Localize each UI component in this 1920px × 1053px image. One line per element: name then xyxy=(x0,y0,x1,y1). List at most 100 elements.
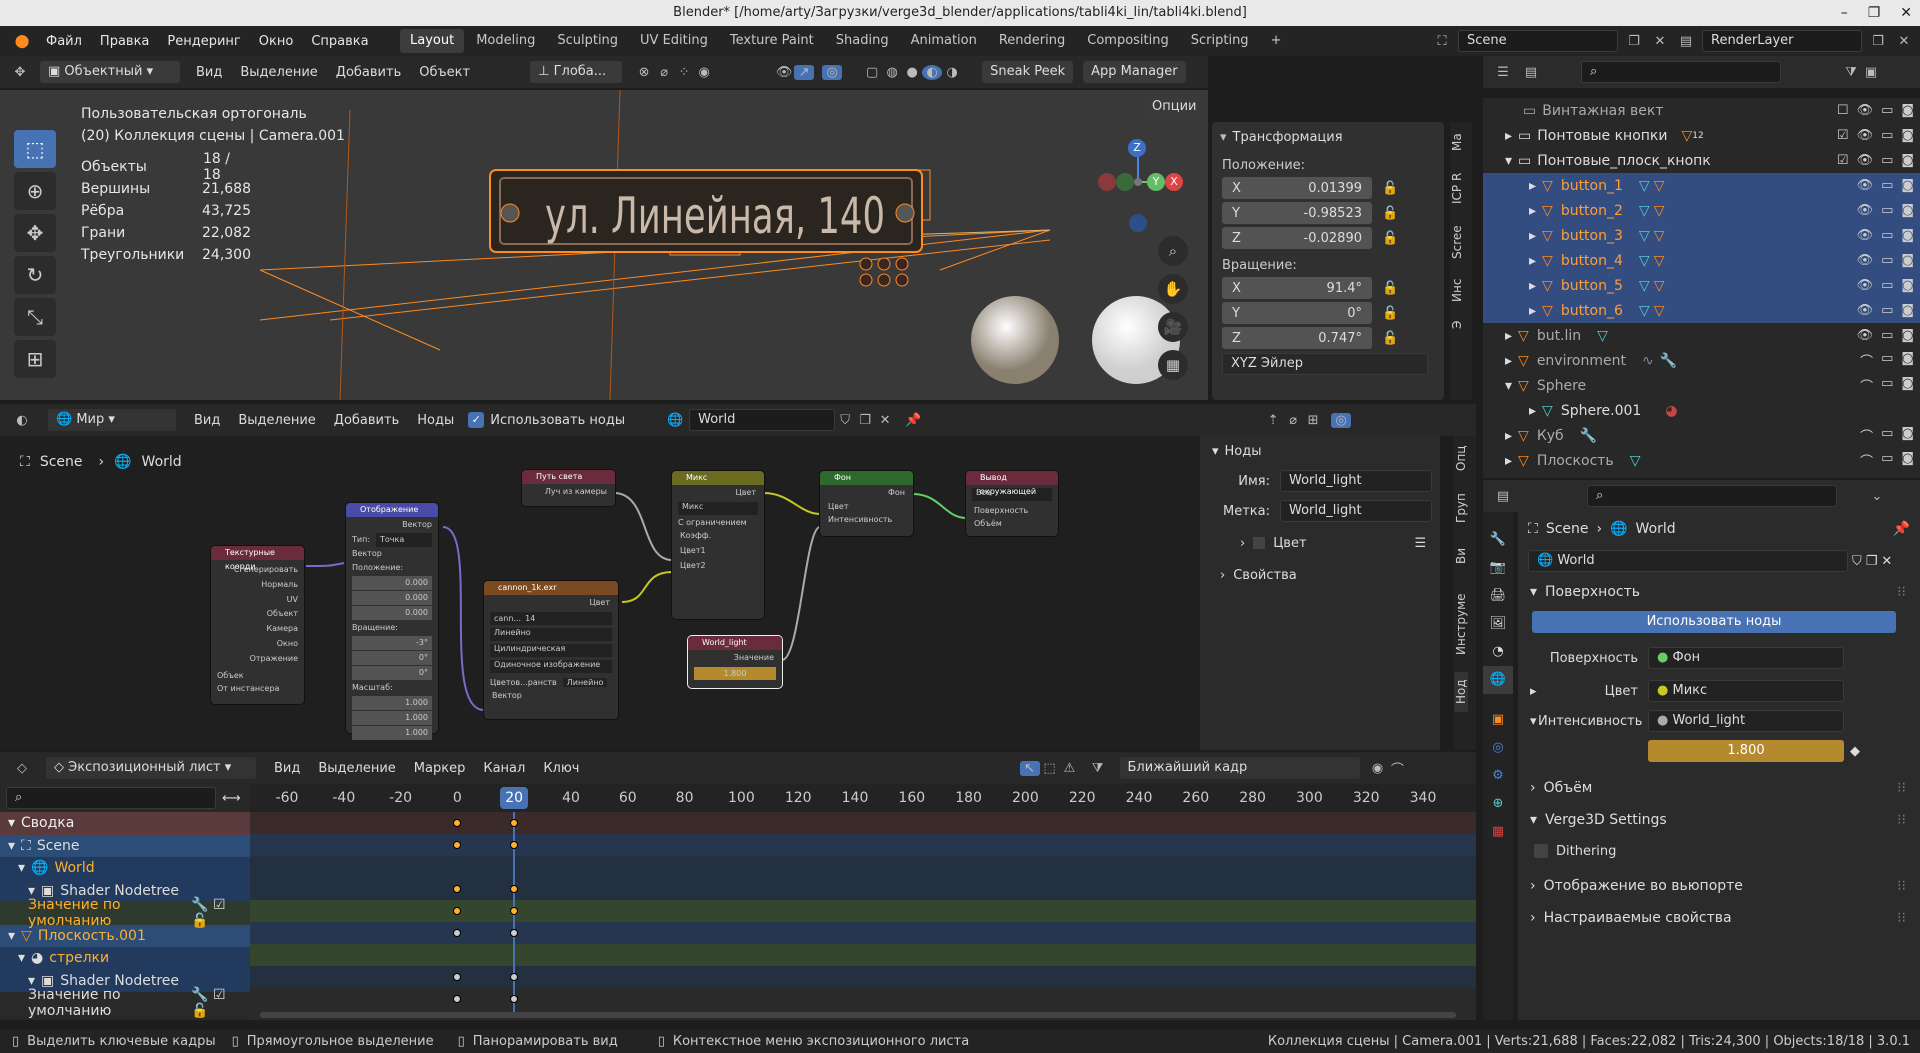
unlink-icon[interactable]: ✕ xyxy=(1881,554,1892,569)
position-y-field[interactable]: 0.000 xyxy=(352,591,432,605)
expand-icon[interactable]: ▸ xyxy=(1529,278,1536,294)
eye-icon[interactable]: 👁 xyxy=(1857,253,1874,268)
eye-closed-icon[interactable]: ⌒ xyxy=(1860,376,1873,395)
channel-material[interactable]: ▾ ◕ стрелки xyxy=(0,947,250,970)
channel-fcurve[interactable]: Значение по умолчанию 🔧 ☑ 🔓 xyxy=(0,987,250,1019)
menu-view[interactable]: Вид xyxy=(274,761,300,776)
transform-icon[interactable]: ⊞ xyxy=(14,340,56,378)
view-layer-tab-icon[interactable]: 🖼 xyxy=(1483,610,1513,638)
menu-window[interactable]: Окно xyxy=(259,34,294,49)
texture-tab-icon[interactable]: ▦ xyxy=(1483,818,1513,846)
keyframe-marker[interactable] xyxy=(510,841,519,849)
keyframe-marker[interactable] xyxy=(510,819,519,827)
eye-icon[interactable]: 👁 xyxy=(1857,178,1874,193)
eye-closed-icon[interactable]: ⌒ xyxy=(1860,351,1873,370)
eye-icon[interactable]: 👁 xyxy=(1857,103,1874,118)
material-shading-icon[interactable]: ◐ xyxy=(922,64,943,80)
drag-handle-icon[interactable]: ⁝⁝ xyxy=(1897,584,1906,600)
keyframe-marker[interactable] xyxy=(510,885,519,893)
gizmo-y-axis[interactable]: Y xyxy=(1147,173,1165,191)
scale-icon[interactable]: ⤡ xyxy=(14,298,56,336)
from-instancer-label[interactable]: От инстансера xyxy=(211,680,304,693)
lock-icon[interactable]: 🔓 xyxy=(1382,306,1398,321)
object-field-label[interactable]: Объек xyxy=(211,667,304,680)
lock-icon[interactable]: 🔓 xyxy=(1382,206,1398,221)
data-tab-icon[interactable]: ⊕ xyxy=(1483,790,1513,818)
rotation-z-field[interactable]: 0° xyxy=(352,666,432,680)
falloff-icon[interactable]: ⌒ xyxy=(1388,759,1408,778)
node-editor-canvas[interactable]: ⛶ Scene › 🌐 World Текстурные коорди Сгенер… xyxy=(0,436,1208,750)
outliner-row[interactable]: ▸ ▽ Sphere.001 ◕ xyxy=(1483,398,1920,423)
monitor-icon[interactable]: ▭ xyxy=(1881,178,1893,193)
outliner-row[interactable]: ▸ ▽ environment ∿ 🔧 ⌒ ▭ ◙ xyxy=(1483,348,1920,373)
blend-mode-dropdown[interactable]: Микс xyxy=(678,502,758,515)
drag-handle-icon[interactable]: ⁝⁝ xyxy=(1897,878,1906,894)
pin-icon[interactable]: 📌 xyxy=(1893,521,1910,537)
filter-icon[interactable]: ⧩ xyxy=(1841,65,1861,80)
only-selected-icon[interactable]: ↖ xyxy=(1019,760,1040,776)
chevron-down-icon[interactable]: ⌄ xyxy=(1867,489,1887,504)
eye-icon[interactable]: 👁 xyxy=(1857,303,1874,318)
node-world-output[interactable]: Вывод окружающей Все Поверхность Объём xyxy=(966,471,1058,536)
tab-uv-editing[interactable]: UV Editing xyxy=(630,29,718,53)
render-icon[interactable]: ◙ xyxy=(1901,351,1914,370)
copy-icon[interactable]: ❐ xyxy=(855,413,875,428)
proportional-icon[interactable]: ◉ xyxy=(694,65,714,80)
monitor-icon[interactable]: ▭ xyxy=(1881,228,1893,243)
rotate-icon[interactable]: ↻ xyxy=(14,256,56,294)
outliner-row[interactable]: ▾ ▭ Понтовые_плоск_кнопк ☑ 👁 ▭ ◙ xyxy=(1483,148,1920,173)
tab-node[interactable]: Нод xyxy=(1454,672,1468,712)
keyframe-marker[interactable] xyxy=(510,907,519,915)
position-x-field[interactable]: X 0.01399 xyxy=(1222,177,1372,199)
unlink-icon[interactable]: ✕ xyxy=(875,413,895,428)
outliner-row[interactable]: ▭ Винтажная вект ☐ 👁 ▭ ◙ xyxy=(1483,98,1920,123)
wrench-icon[interactable]: 🔧 xyxy=(191,987,208,1003)
channel-world[interactable]: ▾ 🌐 World xyxy=(0,857,250,880)
xray-icon[interactable]: ▢ xyxy=(862,65,882,80)
tab-modeling[interactable]: Modeling xyxy=(466,29,545,53)
lock-icon[interactable]: 🔓 xyxy=(1382,281,1398,296)
render-icon[interactable]: ◙ xyxy=(1901,278,1914,293)
eye-icon[interactable]: 👁 xyxy=(1857,228,1874,243)
keyframe-marker[interactable] xyxy=(453,995,462,1003)
collapse-icon[interactable]: ▾ xyxy=(1212,444,1219,459)
outliner-row[interactable]: ▸ ▽ button_4 ▽ ▽ 👁 ▭ ◙ xyxy=(1483,248,1920,273)
source-dropdown[interactable]: Одиночное изображение xyxy=(490,660,612,673)
position-z-field[interactable]: Z -0.02890 xyxy=(1222,227,1372,249)
monitor-icon[interactable]: ▭ xyxy=(1881,253,1893,268)
collapse-icon[interactable]: ▾ xyxy=(1518,714,1538,729)
render-icon[interactable]: ◙ xyxy=(1901,153,1914,168)
editor-type-icon[interactable]: ◇ xyxy=(12,761,32,776)
render-icon[interactable]: ◙ xyxy=(1901,376,1914,395)
proportional-icon[interactable]: ◉ xyxy=(1368,761,1388,776)
properties-search-input[interactable]: ⌕ xyxy=(1587,485,1837,507)
tab-view[interactable]: Ви xyxy=(1454,536,1468,576)
monitor-icon[interactable]: ▭ xyxy=(1881,128,1893,143)
editor-type-icon[interactable]: ✥ xyxy=(10,65,30,80)
checkbox-icon[interactable]: ☐ xyxy=(1837,103,1849,118)
3d-viewport[interactable]: ул. Линейная, 140 Пользовательская ортог… xyxy=(0,90,1208,400)
keyframe-marker[interactable] xyxy=(510,995,519,1003)
custom-props-panel-header[interactable]: › Настраиваемые свойства ⁝⁝ xyxy=(1518,902,1920,934)
tab-tool[interactable]: Инс xyxy=(1450,270,1464,310)
rotation-z-field[interactable]: Z 0.747° xyxy=(1222,327,1372,349)
maximize-icon[interactable]: ❐ xyxy=(1868,5,1881,21)
fake-user-icon[interactable]: ⛉ xyxy=(835,413,855,428)
keyframe-marker[interactable] xyxy=(453,819,462,827)
cursor-icon[interactable]: ⊕ xyxy=(14,172,56,210)
gizmo-z-axis[interactable]: Z xyxy=(1128,139,1146,157)
rotation-x-field[interactable]: -3° xyxy=(352,636,432,650)
viewport-display-panel-header[interactable]: › Отображение во вьюпорте ⁝⁝ xyxy=(1518,870,1920,902)
node-environment-texture[interactable]: cannon_1k.exr Цвет cann... 14 Линейно Цил… xyxy=(484,581,618,719)
scale-z-field[interactable]: 1.000 xyxy=(352,726,432,740)
color-checkbox[interactable] xyxy=(1253,537,1266,549)
snap-dropdown[interactable]: Ближайший кадр xyxy=(1119,757,1360,779)
monitor-icon[interactable]: ▭ xyxy=(1881,426,1893,445)
surface-shader-field[interactable]: ● Фон xyxy=(1648,647,1844,669)
lock-icon[interactable]: 🔓 xyxy=(1382,331,1398,346)
expand-icon[interactable]: ▸ xyxy=(1505,428,1512,444)
render-icon[interactable]: ◙ xyxy=(1901,178,1914,193)
position-y-field[interactable]: Y -0.98523 xyxy=(1222,202,1372,224)
editor-type-icon[interactable]: ☰ xyxy=(1493,65,1513,80)
collapse-icon[interactable]: ▾ xyxy=(1220,130,1227,145)
